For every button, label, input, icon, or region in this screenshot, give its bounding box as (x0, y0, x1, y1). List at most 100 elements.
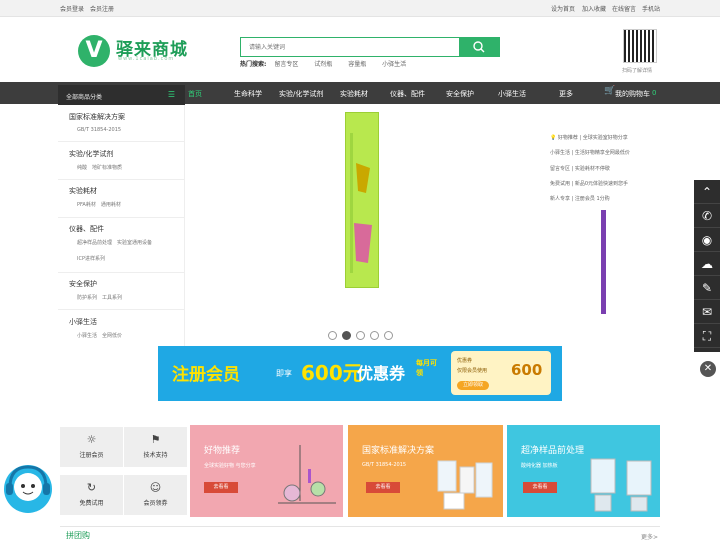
card-go-button[interactable]: 去看看 (366, 482, 400, 493)
sub-link[interactable]: 实验室通用设备 (117, 240, 152, 246)
map-icon[interactable]: ⛶ (694, 324, 720, 348)
category-reagents[interactable]: 实验/化学试剂 纯酸 地矿标准物质 (69, 149, 179, 171)
search-input[interactable] (241, 38, 460, 56)
category-subs: ICP进样系列 (69, 255, 179, 262)
category-standard-solutions[interactable]: 国家标准解决方案 GB/T 31854-2015 (69, 112, 179, 133)
phone-icon[interactable]: ✆ (694, 204, 720, 228)
coupon-card-line: 仅限会员使用 (457, 368, 488, 374)
customer-service-icon[interactable] (0, 461, 60, 519)
hero-slideshow[interactable] (185, 104, 605, 346)
qr-code (623, 29, 657, 63)
card-cleanroom[interactable]: 超净样品前处理 酸纯化器 加热板 去看看 (507, 425, 660, 517)
coupon-card: 优惠券 仅限会员使用 立即领取 600 (451, 351, 551, 395)
nav-safety[interactable]: 安全保护 (446, 89, 474, 99)
service-trial[interactable]: ↻ 免费试用 (60, 475, 123, 515)
close-icon[interactable]: ✕ (700, 361, 716, 377)
mobile-site-link[interactable]: 手机站 (642, 4, 660, 13)
chevron-up-icon[interactable]: ⌃ (694, 180, 720, 204)
divider (58, 309, 185, 310)
news-item[interactable]: 💡 好物推荐 | 全球实验室好物分享 (550, 131, 630, 146)
group-buy-title: 拼团购 (66, 531, 90, 540)
refresh-icon: ↻ (86, 481, 97, 494)
nav-chemical-reagents[interactable]: 实验/化学试剂 (279, 89, 323, 99)
nav-home[interactable]: 首页 (188, 89, 202, 99)
site-logo[interactable]: V 驿来商城 www.1calab.com (78, 33, 188, 67)
side-toolbar: ⌃ ✆ ◉ ☁ ✎ ✉ ⛶ (694, 180, 720, 352)
sub-link[interactable]: 全网低价 (102, 333, 122, 339)
category-life[interactable]: 小驿生活 小驿生活 全网低价 (69, 317, 179, 339)
smile-icon: ☺ (149, 481, 162, 494)
add-favorite-link[interactable]: 加入收藏 (582, 4, 606, 13)
sub-link[interactable]: GB/T 31854-2015 (77, 127, 121, 133)
service-support[interactable]: ⚑ 技术支持 (124, 427, 187, 467)
service-register[interactable]: ☼ 注册会员 (60, 427, 123, 467)
category-consumables[interactable]: 实验耗材 PFA耗材 通用耗材 (69, 186, 179, 208)
service-coupon[interactable]: ☺ 会员领券 (124, 475, 187, 515)
category-header[interactable]: 全部商品分类 ☰ (58, 85, 185, 105)
sub-link[interactable]: 防护系列 (77, 295, 97, 301)
card-title: 国家标准解决方案 (362, 446, 435, 456)
nav-life-science[interactable]: 生命科学 (234, 89, 262, 99)
divider (58, 179, 185, 180)
card-go-button[interactable]: 去看看 (204, 482, 238, 493)
flag-icon: ⚑ (150, 433, 161, 446)
hot-search: 热门搜索: 留言专区 试剂瓶 容量瓶 小驿生活 (240, 59, 420, 68)
slide-dot-active[interactable] (342, 331, 351, 340)
sub-link[interactable]: ICP进样系列 (77, 256, 105, 262)
member-register-link[interactable]: 会员注册 (90, 4, 114, 13)
category-sidebar: 国家标准解决方案 GB/T 31854-2015 实验/化学试剂 纯酸 地矿标准物… (58, 105, 185, 346)
hot-search-item[interactable]: 容量瓶 (348, 61, 366, 68)
category-safety[interactable]: 安全保护 防护系列 工具系列 (69, 279, 179, 301)
set-homepage-link[interactable]: 设为首页 (551, 4, 575, 13)
category-instruments[interactable]: 仪器、配件 超净样品前处理 实验室通用设备 ICP进样系列 (69, 224, 179, 262)
sub-link[interactable]: PFA耗材 (77, 202, 96, 208)
slide-dot[interactable] (356, 331, 365, 340)
hot-search-item[interactable]: 小驿生活 (382, 61, 406, 68)
slide-dot[interactable] (370, 331, 379, 340)
hot-search-item[interactable]: 试剂瓶 (314, 61, 332, 68)
hot-search-label: 热门搜索: (240, 61, 267, 68)
hot-search-item[interactable]: 留言专区 (274, 61, 298, 68)
sub-link[interactable]: 小驿生活 (77, 333, 97, 339)
slide-dot[interactable] (328, 331, 337, 340)
card-recommend[interactable]: 好物推荐 全球实验好物 与您分享 去看看 (190, 425, 343, 517)
card-standard[interactable]: 国家标准解决方案 GB/T 31854-2015 去看看 (348, 425, 503, 517)
slide-dot[interactable] (384, 331, 393, 340)
nav-more[interactable]: 更多 (559, 89, 573, 99)
card-sub: 酸纯化器 加热板 (521, 463, 558, 469)
news-item[interactable]: 小驿生活 | 生活好物精享全网最低价 (550, 146, 630, 161)
news-item[interactable]: 免费试用 | 新品0元体验快速到您手 (550, 177, 630, 192)
promo-banner[interactable]: 注册会员 即享 600元 优惠券 每月可领 优惠券 仅限会员使用 立即领取 60… (158, 346, 562, 401)
category-subs: 小驿生活 全网低价 (69, 332, 179, 339)
sub-link[interactable]: 纯酸 (77, 165, 87, 171)
mail-icon[interactable]: ✉ (694, 300, 720, 324)
claim-coupon-button[interactable]: 立即领取 (457, 381, 489, 390)
news-item[interactable]: 新人专享 | 注册会员 1分购 (550, 192, 630, 207)
card-go-button[interactable]: 去看看 (523, 482, 557, 493)
edit-icon[interactable]: ✎ (694, 276, 720, 300)
nav-instruments[interactable]: 仪器、配件 (390, 89, 425, 99)
wechat-icon[interactable]: ☁ (694, 252, 720, 276)
containers-image (437, 460, 493, 510)
nav-life[interactable]: 小驿生活 (498, 89, 526, 99)
nav-consumables[interactable]: 实验耗材 (340, 89, 368, 99)
sub-link[interactable]: 地矿标准物质 (92, 165, 122, 171)
online-message-link[interactable]: 在线留言 (612, 4, 636, 13)
side-product-image (601, 210, 606, 314)
news-item[interactable]: 留言专区 | 实验耗材不停歇 (550, 162, 630, 177)
card-title: 好物推荐 (204, 446, 241, 456)
card-sub: GB/T 31854-2015 (362, 462, 407, 468)
sub-link[interactable]: 超净样品前处理 (77, 240, 112, 246)
qq-icon[interactable]: ◉ (694, 228, 720, 252)
search-button[interactable] (459, 38, 499, 56)
sub-link[interactable]: 工具系列 (102, 295, 122, 301)
banner-monthly: 每月可领 (416, 359, 437, 377)
category-subs: GB/T 31854-2015 (69, 127, 179, 133)
card-title: 超净样品前处理 (521, 446, 585, 456)
category-title: 国家标准解决方案 (69, 113, 125, 121)
member-login-link[interactable]: 会员登录 (60, 4, 84, 13)
sub-link[interactable]: 通用耗材 (101, 202, 121, 208)
category-subs: 防护系列 工具系列 (69, 294, 179, 301)
category-title: 小驿生活 (69, 318, 97, 326)
cart-link[interactable]: 我的购物车 (615, 89, 650, 99)
